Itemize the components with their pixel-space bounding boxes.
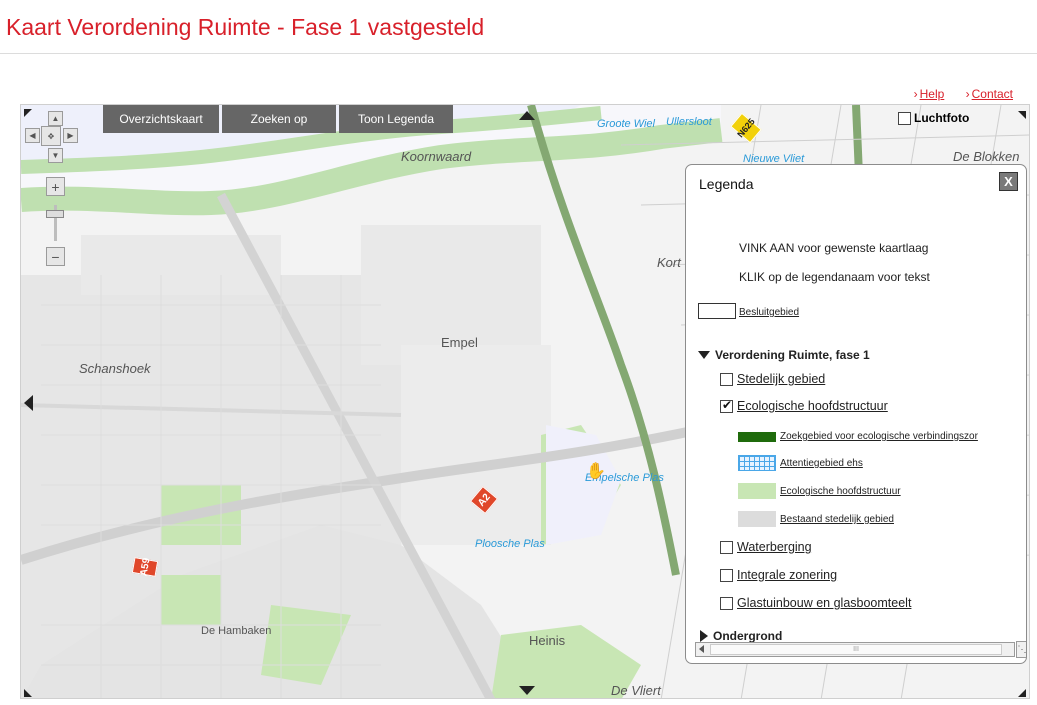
legend-group-ondergrond-title: Ondergrond: [713, 629, 783, 643]
close-icon: X: [1004, 174, 1013, 189]
map-label-ploosche-plas: Ploosche Plas: [475, 538, 545, 550]
legend-sub-attentiegebied[interactable]: Attentiegebied ehs: [780, 458, 863, 469]
map-label-schanshoek: Schanshoek: [79, 361, 151, 376]
expand-right-icon: [700, 630, 708, 642]
scroll-grip-icon: III: [853, 646, 859, 653]
legend-besluitgebied[interactable]: Besluitgebied: [739, 307, 799, 318]
legend-group-verordening-title: Verordening Ruimte, fase 1: [715, 348, 870, 362]
map-label-de-blokken: De Blokken: [953, 149, 1020, 164]
legend-sub-zoekgebied[interactable]: Zoekgebied voor ecologische verbindingsz…: [780, 431, 978, 442]
scroll-left-icon[interactable]: [699, 645, 704, 653]
zoom-out-button[interactable]: −: [46, 247, 65, 266]
zoekgebied-swatch: [738, 432, 776, 442]
pan-right-icon: ▶: [67, 131, 74, 140]
pan-west-arrow-icon[interactable]: [24, 395, 33, 411]
integrale-zonering-checkbox[interactable]: [720, 568, 733, 582]
legend-item-integrale-zonering[interactable]: Integrale zonering: [720, 568, 837, 582]
pan-south-arrow-icon[interactable]: [519, 686, 535, 695]
plus-icon: +: [51, 178, 60, 195]
map-label-heinis: Heinis: [529, 633, 566, 648]
legend-item-waterberging[interactable]: Waterberging: [720, 540, 812, 554]
besluitgebied-swatch: [698, 303, 736, 319]
hand-cursor-icon: ✋: [586, 463, 606, 480]
legend-close-button[interactable]: X: [999, 172, 1018, 191]
title-divider: [0, 53, 1037, 54]
map-label-kort: Kort: [657, 255, 681, 270]
ecologische-hoofdstructuur-checkbox[interactable]: [720, 398, 733, 413]
legend-instruction-1: VINK AAN voor gewenste kaartlaag: [739, 241, 929, 255]
pan-up-icon: ▲: [51, 114, 60, 123]
scroll-thumb[interactable]: III: [710, 644, 1002, 655]
legend-item-ecologische-hoofdstructuur[interactable]: Ecologische hoofdstructuur: [720, 398, 888, 413]
pan-left-icon: ◀: [29, 131, 36, 140]
legend-item-label[interactable]: Waterberging: [737, 540, 812, 554]
expand-down-icon: [698, 351, 710, 359]
map-label-de-vliert: De Vliert: [611, 683, 661, 698]
legend-group-verordening[interactable]: Verordening Ruimte, fase 1: [698, 348, 870, 362]
top-links: Help Contact: [896, 87, 1013, 101]
pan-left-button[interactable]: ◀: [25, 128, 40, 143]
legend-item-label[interactable]: Glastuinbouw en glasboomteelt: [737, 596, 911, 610]
pan-up-button[interactable]: ▲: [48, 111, 63, 126]
legend-instruction-2: KLIK op de legendanaam voor tekst: [739, 270, 930, 284]
legend-item-label[interactable]: Stedelijk gebied: [737, 372, 825, 386]
luchtfoto-label: Luchtfoto: [914, 111, 970, 125]
luchtfoto-toggle[interactable]: Luchtfoto: [898, 111, 969, 125]
map-label-ullersloot: Ullersloot: [666, 116, 712, 128]
corner-arrow-bottom-right-icon[interactable]: [1018, 689, 1026, 697]
corner-arrow-top-left-icon[interactable]: [24, 109, 32, 117]
pan-down-button[interactable]: ▼: [48, 148, 63, 163]
zoom-slider-handle[interactable]: [46, 210, 64, 218]
legend-title: Legenda: [699, 176, 754, 192]
zoom-in-button[interactable]: +: [46, 177, 65, 196]
map-label-empel: Empel: [441, 335, 478, 350]
waterberging-checkbox[interactable]: [720, 540, 733, 554]
minus-icon: −: [51, 248, 60, 265]
tab-overzichtskaart[interactable]: Overzichtskaart: [103, 105, 219, 133]
bestaand-stedelijk-gebied-swatch: [738, 511, 776, 527]
map-label-de-hambaken: De Hambaken: [201, 625, 272, 637]
corner-arrow-bottom-left-icon[interactable]: [24, 689, 32, 697]
legend-sub-bestaand-stedelijk-gebied[interactable]: Bestaand stedelijk gebied: [780, 514, 894, 525]
luchtfoto-checkbox[interactable]: [898, 111, 911, 125]
legend-group-ondergrond[interactable]: Ondergrond: [700, 629, 782, 643]
attentiegebied-swatch: [738, 455, 776, 471]
map-label-groote-wiel: Groote Wiel: [597, 118, 655, 130]
help-link[interactable]: Help: [914, 87, 945, 101]
legend-item-label[interactable]: Integrale zonering: [737, 568, 837, 582]
legend-item-stedelijk-gebied[interactable]: Stedelijk gebied: [720, 372, 825, 386]
ecologische-hoofdstructuur-swatch: [738, 483, 776, 499]
contact-link[interactable]: Contact: [966, 87, 1013, 101]
page-title: Kaart Verordening Ruimte - Fase 1 vastge…: [6, 14, 485, 40]
pan-center-icon: ✥: [47, 131, 55, 141]
pan-center-button[interactable]: ✥: [41, 126, 61, 146]
legend-horizontal-scrollbar[interactable]: III: [695, 642, 1015, 657]
pan-north-arrow-icon[interactable]: [519, 111, 535, 120]
pan-right-button[interactable]: ▶: [63, 128, 78, 143]
stedelijk-gebied-checkbox[interactable]: [720, 372, 733, 386]
legend-sub-ecologische-hoofdstructuur[interactable]: Ecologische hoofdstructuur: [780, 486, 901, 497]
pan-down-icon: ▼: [51, 151, 60, 160]
legend-resize-grip-icon[interactable]: ⋱: [1016, 641, 1026, 658]
tab-zoeken-op[interactable]: Zoeken op: [222, 105, 336, 133]
legend-item-glastuinbouw[interactable]: Glastuinbouw en glasboomteelt: [720, 596, 911, 610]
legend-item-label[interactable]: Ecologische hoofdstructuur: [737, 399, 888, 413]
map-label-koornwaard: Koornwaard: [401, 149, 472, 164]
map-viewer[interactable]: ▲ ◀ ✥ ▶ ▼ + − Overzichtskaart Zoeken op …: [20, 104, 1030, 699]
glastuinbouw-checkbox[interactable]: [720, 596, 733, 610]
corner-arrow-top-right-icon[interactable]: [1018, 111, 1026, 119]
legend-panel: Legenda X VINK AAN voor gewenste kaartla…: [685, 164, 1027, 664]
tab-toon-legenda[interactable]: Toon Legenda: [339, 105, 453, 133]
